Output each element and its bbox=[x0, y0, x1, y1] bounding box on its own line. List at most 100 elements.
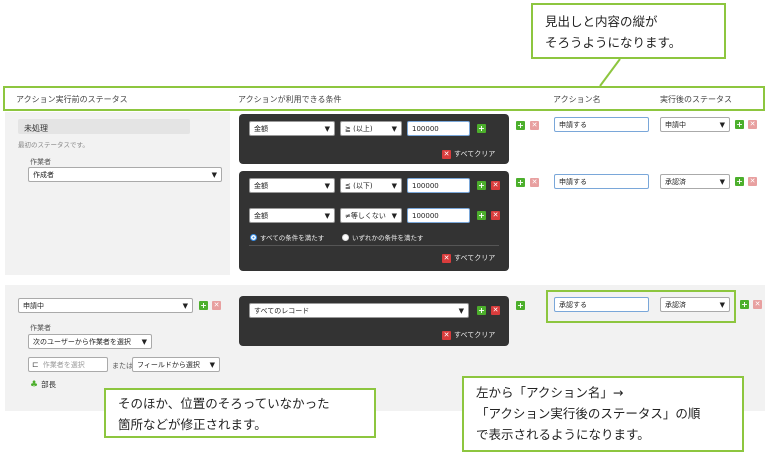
cond2b-value-text: 100000 bbox=[412, 211, 439, 220]
row2-assignee-mode-select[interactable]: 次のユーザーから作業者を選択 ▼ bbox=[28, 334, 152, 349]
row1b-delete-next-button[interactable]: ✕ bbox=[748, 177, 757, 186]
row2-add-next-button[interactable]: + bbox=[740, 300, 749, 309]
callout-bottom-left-line2: 箇所などが修正されます。 bbox=[118, 417, 267, 432]
row1b-add-next-button[interactable]: + bbox=[735, 177, 744, 186]
chevron-down-icon: ▼ bbox=[719, 300, 725, 309]
row2-next-status-value: 承認済 bbox=[665, 300, 686, 309]
header-before-status: アクション実行前のステータス bbox=[16, 95, 128, 104]
row1-status-label: 未処理 bbox=[24, 124, 48, 133]
row2-dept-label: 部長 bbox=[41, 380, 57, 389]
row1-status-box: 未処理 bbox=[18, 119, 190, 134]
row2-field-select-value: フィールドから選択 bbox=[137, 360, 200, 369]
radio-match-all[interactable]: すべての条件を満たす bbox=[250, 232, 324, 242]
radio-match-all-label: すべての条件を満たす bbox=[260, 234, 325, 242]
cond2a-delete-button[interactable]: ✕ bbox=[491, 181, 500, 190]
chevron-down-icon: ▼ bbox=[209, 360, 215, 369]
cond2b-operator-select[interactable]: ≠等しくない ▼ bbox=[340, 208, 402, 223]
radio-checked-icon bbox=[250, 233, 257, 241]
row2-pick-assignee-input[interactable]: ⊏ 作業者を選択 bbox=[28, 357, 108, 372]
callout-top: 見出しと内容の縦が そろうようになります。 bbox=[531, 3, 726, 59]
cond1-value-input[interactable]: 100000 bbox=[407, 121, 470, 136]
row1b-add-action-button[interactable]: + bbox=[516, 178, 525, 187]
cond2a-operator-value: ≦ (以下) bbox=[345, 181, 373, 190]
row1-assignee-select[interactable]: 作成者 ▼ bbox=[28, 167, 222, 182]
header-after-status: 実行後のステータス bbox=[660, 95, 732, 104]
action2-name-text: 申請する bbox=[559, 177, 587, 186]
row2-delete-next-button[interactable]: ✕ bbox=[753, 300, 762, 309]
row2-action-name-input[interactable]: 承認する bbox=[554, 297, 649, 312]
row2-assignee-label: 作業者 bbox=[30, 324, 51, 332]
row2-cond-add-button[interactable]: + bbox=[477, 306, 486, 315]
cond2a-field-value: 金額 bbox=[254, 181, 268, 190]
cond2b-field-select[interactable]: 金額 ▼ bbox=[249, 208, 335, 223]
row2-add-status-button[interactable]: + bbox=[199, 301, 208, 310]
cond2a-value-text: 100000 bbox=[412, 181, 439, 190]
radio-match-any-label: いずれかの条件を満たす bbox=[352, 234, 424, 242]
row1-add-next-button[interactable]: + bbox=[735, 120, 744, 129]
row2-clear-label: すべてクリア bbox=[454, 331, 496, 339]
cond2-clear-label: すべてクリア bbox=[454, 254, 496, 262]
row2-delete-status-button[interactable]: ✕ bbox=[212, 301, 221, 310]
cond2a-add-button[interactable]: + bbox=[477, 181, 486, 190]
callout-top-line2: そろうようになります。 bbox=[545, 35, 682, 50]
chevron-down-icon: ▼ bbox=[719, 120, 725, 129]
action2-name-input[interactable]: 申請する bbox=[554, 174, 649, 189]
chevron-down-icon: ▼ bbox=[182, 301, 188, 310]
callout-bottom-right-line2: 「アクション実行後のステータス」の順 bbox=[476, 406, 701, 421]
cond2b-value-input[interactable]: 100000 bbox=[407, 208, 470, 223]
header-action-name: アクション名 bbox=[553, 95, 601, 104]
row2-condition-select[interactable]: すべてのレコード ▼ bbox=[249, 303, 469, 318]
connector-top bbox=[599, 58, 621, 87]
action1-name-text: 申請する bbox=[559, 120, 587, 129]
cond1-field-select[interactable]: 金額 ▼ bbox=[249, 121, 335, 136]
close-icon: ✕ bbox=[442, 149, 451, 159]
row2-status-select[interactable]: 申請中 ▼ bbox=[18, 298, 193, 313]
row1b-delete-action-button[interactable]: ✕ bbox=[530, 178, 539, 187]
row1-delete-next-button[interactable]: ✕ bbox=[748, 120, 757, 129]
chevron-down-icon: ▼ bbox=[458, 306, 464, 315]
chevron-down-icon: ▼ bbox=[719, 177, 725, 186]
action1-next-status-select[interactable]: 申請中 ▼ bbox=[660, 117, 730, 132]
callout-bottom-left: そのほか、位置のそろっていなかった 箇所などが修正されます。 bbox=[104, 388, 376, 438]
row2-clear-all-button[interactable]: ✕ すべてクリア bbox=[442, 330, 495, 340]
chevron-down-icon: ▼ bbox=[391, 181, 397, 190]
action1-name-input[interactable]: 申請する bbox=[554, 117, 649, 132]
row1-status-column bbox=[5, 112, 230, 275]
cond1-clear-all-button[interactable]: ✕ すべてクリア bbox=[442, 149, 495, 159]
radio-match-any[interactable]: いずれかの条件を満たす bbox=[342, 232, 424, 242]
radio-unchecked-icon bbox=[342, 233, 349, 241]
cond1-add-button[interactable]: + bbox=[477, 124, 486, 133]
row2-or-text: または bbox=[112, 362, 133, 370]
row1-add-action-button[interactable]: + bbox=[516, 121, 525, 130]
action1-next-status-value: 申請中 bbox=[665, 120, 686, 129]
row1-assignee-value: 作成者 bbox=[33, 170, 54, 179]
chevron-down-icon: ▼ bbox=[324, 181, 330, 190]
row2-action-name-text: 承認する bbox=[559, 300, 587, 309]
callout-bottom-left-line1: そのほか、位置のそろっていなかった bbox=[118, 396, 330, 411]
cond2b-field-value: 金額 bbox=[254, 211, 268, 220]
row1-delete-action-button[interactable]: ✕ bbox=[530, 121, 539, 130]
action2-next-status-select[interactable]: 承認済 ▼ bbox=[660, 174, 730, 189]
cond2b-operator-value: ≠等しくない bbox=[345, 211, 386, 220]
cond2b-delete-button[interactable]: ✕ bbox=[491, 211, 500, 220]
cond1-operator-select[interactable]: ≧ (以上) ▼ bbox=[340, 121, 402, 136]
row1-assignee-label: 作業者 bbox=[30, 158, 51, 166]
row2-add-action-button[interactable]: + bbox=[516, 301, 525, 310]
row2-next-status-select[interactable]: 承認済 ▼ bbox=[660, 297, 730, 312]
chevron-down-icon: ▼ bbox=[391, 124, 397, 133]
cond1-field-value: 金額 bbox=[254, 124, 268, 133]
cond1-operator-value: ≧ (以上) bbox=[345, 124, 373, 133]
cond2a-operator-select[interactable]: ≦ (以下) ▼ bbox=[340, 178, 402, 193]
chevron-down-icon: ▼ bbox=[391, 211, 397, 220]
cond2a-value-input[interactable]: 100000 bbox=[407, 178, 470, 193]
row2-field-select[interactable]: フィールドから選択 ▼ bbox=[132, 357, 220, 372]
close-icon: ✕ bbox=[442, 253, 451, 263]
row2-cond-delete-button[interactable]: ✕ bbox=[491, 306, 500, 315]
cond2b-add-button[interactable]: + bbox=[477, 211, 486, 220]
cond2-clear-all-button[interactable]: ✕ すべてクリア bbox=[442, 253, 495, 263]
cond2a-field-select[interactable]: 金額 ▼ bbox=[249, 178, 335, 193]
row2-assignee-mode-value: 次のユーザーから作業者を選択 bbox=[33, 337, 131, 346]
chevron-down-icon: ▼ bbox=[324, 211, 330, 220]
users-icon: ♣ bbox=[30, 379, 39, 390]
callout-bottom-right-line1: 左から「アクション名」→ bbox=[476, 385, 624, 400]
